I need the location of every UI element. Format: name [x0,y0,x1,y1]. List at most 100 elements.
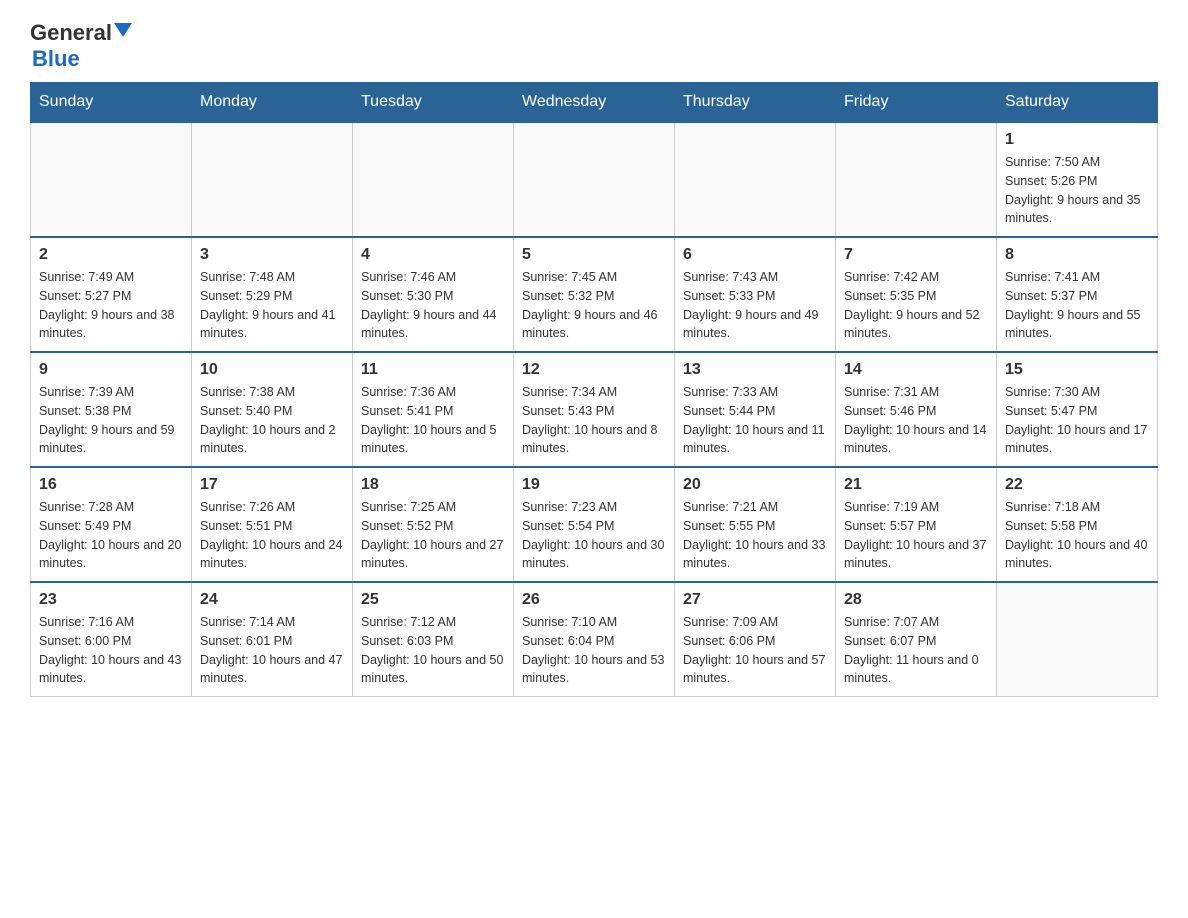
day-number: 1 [1005,131,1149,149]
day-number: 26 [522,591,666,609]
day-of-week-header: Monday [192,83,353,123]
day-number: 12 [522,361,666,379]
calendar-cell: 3 Sunrise: 7:48 AMSunset: 5:29 PMDaylight… [192,237,353,352]
page-header: General Blue [30,20,1158,72]
day-of-week-header: Wednesday [514,83,675,123]
day-info: Sunrise: 7:26 AMSunset: 5:51 PMDaylight:… [200,498,344,573]
day-info: Sunrise: 7:49 AMSunset: 5:27 PMDaylight:… [39,268,183,343]
calendar-cell: 6Sunrise: 7:43 AMSunset: 5:33 PMDaylight… [675,237,836,352]
day-info: Sunrise: 7:34 AMSunset: 5:43 PMDaylight:… [522,383,666,458]
day-info: Sunrise: 7:21 AMSunset: 5:55 PMDaylight:… [683,498,827,573]
day-number: 16 [39,476,183,494]
calendar-cell: 8 Sunrise: 7:41 AMSunset: 5:37 PMDaylight… [997,237,1158,352]
day-of-week-header: Tuesday [353,83,514,123]
day-info: Sunrise: 7:36 AMSunset: 5:41 PMDaylight:… [361,383,505,458]
day-info: Sunrise: 7:10 AMSunset: 6:04 PMDaylight:… [522,613,666,688]
day-number: 22 [1005,476,1149,494]
calendar-cell: 14 Sunrise: 7:31 AMSunset: 5:46 PMDayligh… [836,352,997,467]
logo-general: General [30,20,112,46]
day-number: 8 [1005,246,1149,264]
day-number: 4 [361,246,505,264]
day-number: 23 [39,591,183,609]
calendar-week-row: 1 Sunrise: 7:50 AMSunset: 5:26 PMDaylight… [31,122,1158,237]
day-number: 27 [683,591,827,609]
day-info: Sunrise: 7:19 AMSunset: 5:57 PMDaylight:… [844,498,988,573]
calendar-cell: 21 Sunrise: 7:19 AMSunset: 5:57 PMDayligh… [836,467,997,582]
day-info: Sunrise: 7:45 AMSunset: 5:32 PMDaylight:… [522,268,666,343]
day-number: 21 [844,476,988,494]
day-info: Sunrise: 7:31 AMSunset: 5:46 PMDaylight:… [844,383,988,458]
calendar-cell: 12 Sunrise: 7:34 AMSunset: 5:43 PMDayligh… [514,352,675,467]
day-number: 25 [361,591,505,609]
calendar-cell: 16 Sunrise: 7:28 AMSunset: 5:49 PMDayligh… [31,467,192,582]
day-info: Sunrise: 7:38 AMSunset: 5:40 PMDaylight:… [200,383,344,458]
calendar-cell [514,122,675,237]
calendar-cell: 23 Sunrise: 7:16 AMSunset: 6:00 PMDayligh… [31,582,192,697]
day-info: Sunrise: 7:48 AMSunset: 5:29 PMDaylight:… [200,268,344,343]
day-info: Sunrise: 7:39 AMSunset: 5:38 PMDaylight:… [39,383,183,458]
day-info: Sunrise: 7:18 AMSunset: 5:58 PMDaylight:… [1005,498,1149,573]
calendar-cell: 20 Sunrise: 7:21 AMSunset: 5:55 PMDayligh… [675,467,836,582]
day-info: Sunrise: 7:07 AMSunset: 6:07 PMDaylight:… [844,613,988,688]
day-number: 14 [844,361,988,379]
calendar-cell: 13Sunrise: 7:33 AMSunset: 5:44 PMDayligh… [675,352,836,467]
day-info: Sunrise: 7:09 AMSunset: 6:06 PMDaylight:… [683,613,827,688]
day-info: Sunrise: 7:16 AMSunset: 6:00 PMDaylight:… [39,613,183,688]
day-number: 19 [522,476,666,494]
calendar-cell [192,122,353,237]
calendar-week-row: 9 Sunrise: 7:39 AMSunset: 5:38 PMDaylight… [31,352,1158,467]
calendar-week-row: 2 Sunrise: 7:49 AMSunset: 5:27 PMDaylight… [31,237,1158,352]
calendar-table: SundayMondayTuesdayWednesdayThursdayFrid… [30,82,1158,697]
calendar-week-row: 23 Sunrise: 7:16 AMSunset: 6:00 PMDayligh… [31,582,1158,697]
day-number: 28 [844,591,988,609]
day-number: 13 [683,361,827,379]
calendar-cell: 22 Sunrise: 7:18 AMSunset: 5:58 PMDayligh… [997,467,1158,582]
day-number: 18 [361,476,505,494]
calendar-cell: 27 Sunrise: 7:09 AMSunset: 6:06 PMDayligh… [675,582,836,697]
day-of-week-header: Sunday [31,83,192,123]
day-info: Sunrise: 7:12 AMSunset: 6:03 PMDaylight:… [361,613,505,688]
day-info: Sunrise: 7:23 AMSunset: 5:54 PMDaylight:… [522,498,666,573]
day-number: 9 [39,361,183,379]
day-of-week-header: Thursday [675,83,836,123]
calendar-cell: 15 Sunrise: 7:30 AMSunset: 5:47 PMDayligh… [997,352,1158,467]
day-number: 3 [200,246,344,264]
calendar-cell [31,122,192,237]
calendar-cell: 10Sunrise: 7:38 AMSunset: 5:40 PMDayligh… [192,352,353,467]
day-info: Sunrise: 7:50 AMSunset: 5:26 PMDaylight:… [1005,153,1149,228]
calendar-cell: 4 Sunrise: 7:46 AMSunset: 5:30 PMDaylight… [353,237,514,352]
calendar-cell [997,582,1158,697]
day-number: 7 [844,246,988,264]
day-of-week-header: Saturday [997,83,1158,123]
calendar-cell: 28 Sunrise: 7:07 AMSunset: 6:07 PMDayligh… [836,582,997,697]
day-number: 17 [200,476,344,494]
day-info: Sunrise: 7:43 AMSunset: 5:33 PMDaylight:… [683,268,827,343]
logo-blue: Blue [32,46,80,72]
day-info: Sunrise: 7:41 AMSunset: 5:37 PMDaylight:… [1005,268,1149,343]
calendar-cell: 11 Sunrise: 7:36 AMSunset: 5:41 PMDayligh… [353,352,514,467]
day-info: Sunrise: 7:25 AMSunset: 5:52 PMDaylight:… [361,498,505,573]
logo: General Blue [30,20,132,72]
day-info: Sunrise: 7:14 AMSunset: 6:01 PMDaylight:… [200,613,344,688]
calendar-cell: 19 Sunrise: 7:23 AMSunset: 5:54 PMDayligh… [514,467,675,582]
calendar-cell: 26 Sunrise: 7:10 AMSunset: 6:04 PMDayligh… [514,582,675,697]
day-number: 15 [1005,361,1149,379]
day-number: 2 [39,246,183,264]
calendar-cell: 1 Sunrise: 7:50 AMSunset: 5:26 PMDaylight… [997,122,1158,237]
calendar-cell: 9 Sunrise: 7:39 AMSunset: 5:38 PMDaylight… [31,352,192,467]
calendar-cell: 25 Sunrise: 7:12 AMSunset: 6:03 PMDayligh… [353,582,514,697]
calendar-header-row: SundayMondayTuesdayWednesdayThursdayFrid… [31,83,1158,123]
day-number: 24 [200,591,344,609]
day-info: Sunrise: 7:42 AMSunset: 5:35 PMDaylight:… [844,268,988,343]
calendar-cell: 5 Sunrise: 7:45 AMSunset: 5:32 PMDaylight… [514,237,675,352]
calendar-cell [836,122,997,237]
day-info: Sunrise: 7:28 AMSunset: 5:49 PMDaylight:… [39,498,183,573]
calendar-cell: 2 Sunrise: 7:49 AMSunset: 5:27 PMDaylight… [31,237,192,352]
day-info: Sunrise: 7:30 AMSunset: 5:47 PMDaylight:… [1005,383,1149,458]
day-number: 20 [683,476,827,494]
day-of-week-header: Friday [836,83,997,123]
day-info: Sunrise: 7:46 AMSunset: 5:30 PMDaylight:… [361,268,505,343]
calendar-cell: 7 Sunrise: 7:42 AMSunset: 5:35 PMDaylight… [836,237,997,352]
day-number: 5 [522,246,666,264]
day-number: 11 [361,361,505,379]
